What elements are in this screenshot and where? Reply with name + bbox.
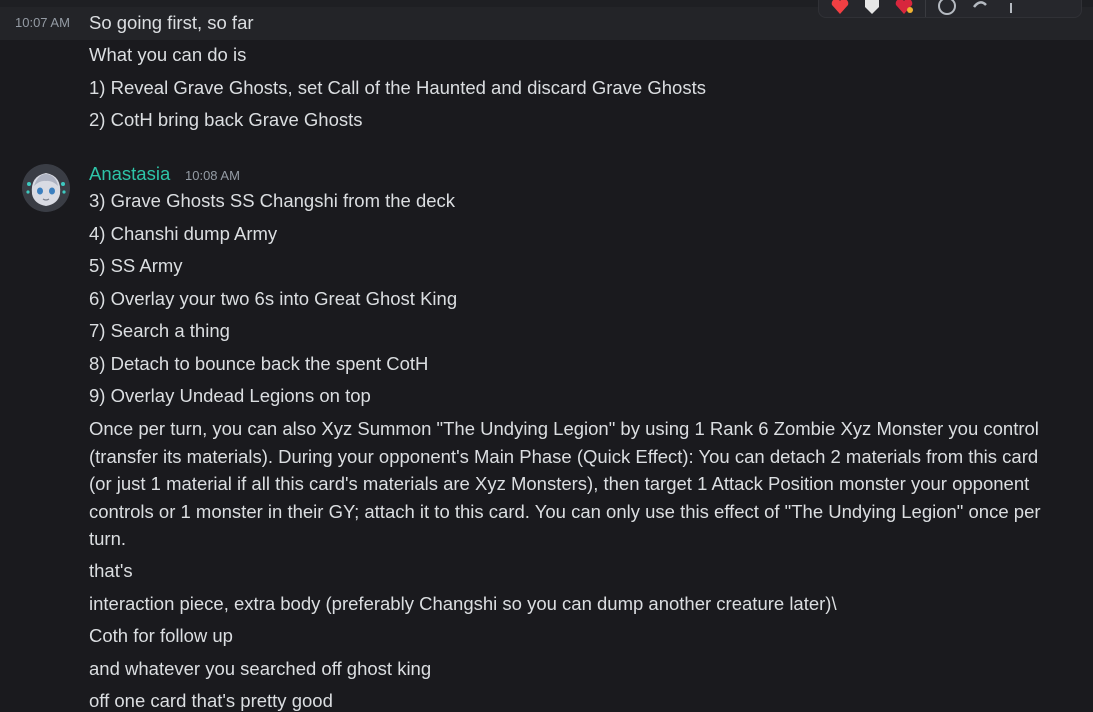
toolbar-divider	[925, 0, 926, 17]
shield-reaction-icon[interactable]	[861, 0, 883, 17]
message-line: So going first, so far	[89, 12, 254, 33]
message-line: 4) Chanshi dump Army	[89, 223, 278, 244]
message-line: 9) Overlay Undead Legions on top	[89, 385, 371, 406]
card-effect-text: Once per turn, you can also Xyz Summon "…	[89, 418, 1041, 549]
message-line: 1) Reveal Grave Ghosts, set Call of the …	[89, 77, 706, 98]
message-line: off one card that's pretty good	[89, 690, 333, 711]
message-line: 3) Grave Ghosts SS Changshi from the dec…	[89, 190, 456, 211]
message-actions-toolbar	[818, 0, 1082, 18]
avatar[interactable]	[22, 164, 70, 212]
message-line: and whatever you searched off ghost king	[89, 658, 432, 679]
message-line: 5) SS Army	[89, 255, 183, 276]
chat-message-list: 10:07 AM So going first, so far What you…	[0, 0, 1093, 712]
message-line: 8) Detach to bounce back the spent CotH	[89, 353, 429, 374]
message-line: What you can do is	[89, 44, 247, 65]
message-line: interaction piece, extra body (preferabl…	[89, 593, 837, 614]
add-reaction-icon[interactable]	[936, 0, 958, 17]
message-line: that's	[89, 560, 133, 581]
message-line: 2) CotH bring back Grave Ghosts	[89, 109, 363, 130]
message-line: Coth for follow up	[89, 625, 233, 646]
more-icon[interactable]	[1000, 0, 1022, 17]
heart-sparkle-reaction-icon[interactable]	[893, 0, 915, 17]
message-timestamp: 10:08 AM	[185, 168, 240, 183]
message-line: 7) Search a thing	[89, 320, 230, 341]
message-line: 6) Overlay your two 6s into Great Ghost …	[89, 288, 458, 309]
message-timestamp: 10:07 AM	[15, 15, 70, 30]
heart-reaction-icon[interactable]	[829, 0, 851, 17]
username[interactable]: Anastasia	[89, 162, 170, 186]
reply-icon[interactable]	[968, 0, 990, 17]
